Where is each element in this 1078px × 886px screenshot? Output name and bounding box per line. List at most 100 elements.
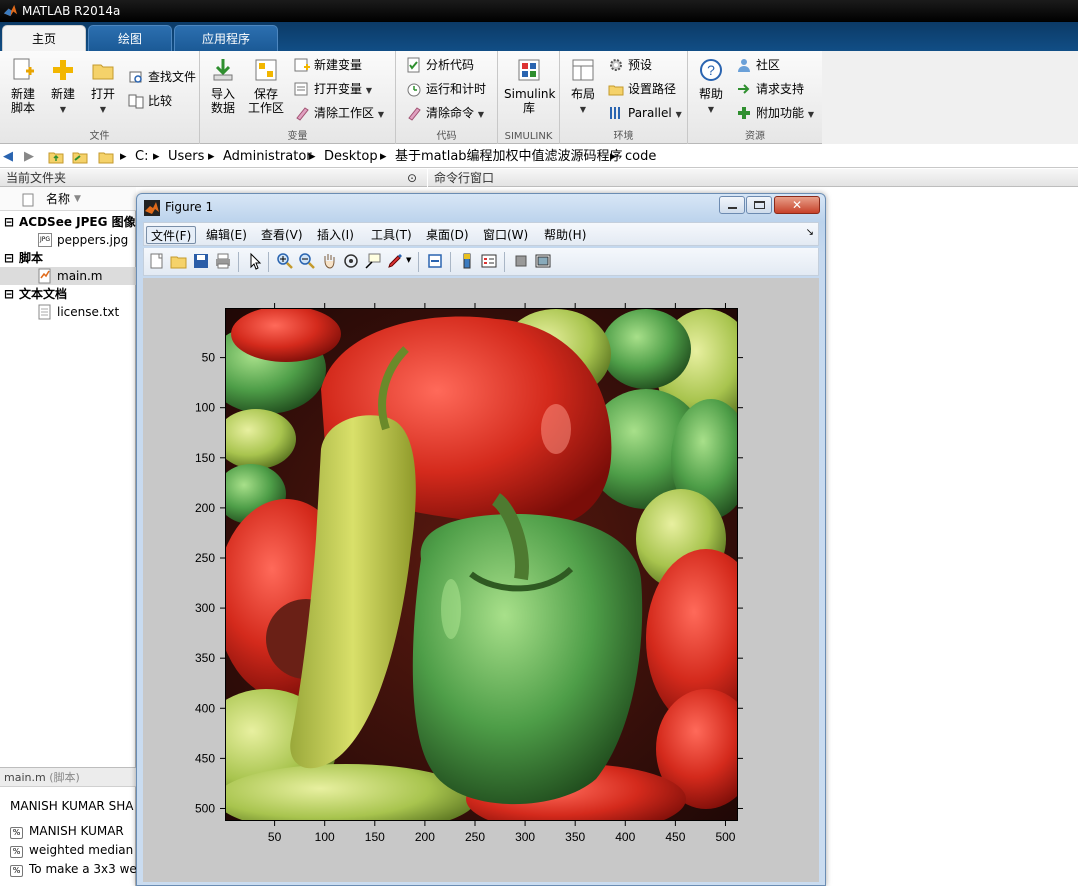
pan-hand-icon[interactable] [320,252,338,270]
comment-icon: % [10,846,23,858]
path-segment[interactable]: Administrator [223,145,312,168]
y-tick-label: 50 [202,351,216,365]
path-segment[interactable]: code [625,145,656,168]
path-folder-icon [98,145,114,168]
address-bar: ◀ ▶ ▸ C: ▸ Users ▸ Administrator ▸ Deskt… [0,145,1078,168]
collapse-icon[interactable]: ⊟ [4,249,14,267]
text-file-icon [38,304,52,325]
panel-menu-icon[interactable]: ⊙ [407,169,417,187]
menu-help[interactable]: 帮助(H) [540,226,590,244]
preferences-button[interactable]: 预设 [608,55,652,75]
minimize-button[interactable] [719,196,745,214]
column-header-name[interactable]: 名称 ▼ [0,187,136,211]
app-title-bar: MATLAB R2014a [0,0,1078,22]
show-plot-tools-icon[interactable] [534,252,552,270]
analyze-code-button[interactable]: 分析代码 [406,55,474,75]
tree-file-peppers[interactable]: JPG peppers.jpg [0,231,136,249]
tree-file-license[interactable]: license.txt [0,303,136,321]
tab-apps[interactable]: 应用程序 [174,25,278,51]
collapse-icon[interactable]: ⊟ [4,285,14,303]
new-figure-icon[interactable] [148,252,166,270]
figure-toolbar: ▼ [143,248,819,276]
menu-edit[interactable]: 编辑(E) [202,226,251,244]
compare-icon [128,94,144,109]
clear-workspace-button[interactable]: 清除工作区 ▼ [294,103,384,123]
set-path-button[interactable]: 设置路径 [608,79,676,99]
import-data-button[interactable]: 导入 数据 [206,57,240,115]
pointer-icon[interactable] [246,252,264,270]
matlab-logo-icon [3,4,18,17]
zoom-in-icon[interactable] [276,252,294,270]
menu-window[interactable]: 窗口(W) [479,226,532,244]
collapse-icon[interactable]: ⊟ [4,213,14,231]
browse-folder-icon[interactable] [72,145,88,168]
forward-icon[interactable]: ▶ [24,145,34,168]
up-folder-icon[interactable] [48,145,64,168]
path-segment[interactable]: 基于matlab编程加权中值滤波源码程序 [395,145,623,168]
save-workspace-button[interactable]: 保存 工作区 [246,57,286,115]
tab-plots[interactable]: 绘图 [88,25,172,51]
layout-button[interactable]: 布局 ▼ [566,57,600,117]
menu-insert[interactable]: 插入(I) [313,226,358,244]
tree-group-text[interactable]: ⊟ 文本文档 [0,285,136,303]
add-ons-button[interactable]: 附加功能 ▼ [736,103,814,123]
details-line: % weighted median [10,843,133,858]
tab-home[interactable]: 主页 [2,25,86,51]
path-segment[interactable]: Desktop [324,145,378,168]
print-icon[interactable] [214,252,232,270]
find-files-button[interactable]: 查找文件 [128,67,196,87]
save-workspace-icon [255,59,277,81]
hide-plot-tools-icon[interactable] [512,252,530,270]
group-file-label: 文件 [89,131,110,142]
parallel-icon [610,107,620,119]
zoom-out-icon[interactable] [298,252,316,270]
minimize-icon [728,207,737,209]
menu-tools[interactable]: 工具(T) [367,226,416,244]
save-icon[interactable] [192,252,210,270]
legend-icon[interactable] [480,252,498,270]
run-and-time-button[interactable]: 运行和计时 [406,79,486,99]
group-simulink: Simulink 库 SIMULINK [498,51,560,144]
new-script-button[interactable]: 新建 脚本 [6,57,40,115]
close-button[interactable]: ✕ [774,196,820,214]
tree-file-main[interactable]: main.m [0,267,136,285]
new-button[interactable]: 新建 ▼ [46,57,80,117]
link-plot-icon[interactable] [426,252,444,270]
simulink-library-button[interactable]: Simulink 库 [504,57,555,115]
path-segment[interactable]: C: [135,145,148,168]
back-icon[interactable]: ◀ [3,145,13,168]
run-time-icon [407,83,421,97]
menu-view[interactable]: 查看(V) [257,226,307,244]
current-folder-panel: 名称 ▼ ⊟ ACDSee JPEG 图像 JPG peppers.jpg ⊟ 脚本 … [0,187,136,767]
details-header: main.m (脚本) [0,767,136,787]
open-button[interactable]: 打开 ▼ [86,57,120,117]
maximize-button[interactable] [746,196,772,214]
tree-group-jpeg[interactable]: ⊟ ACDSee JPEG 图像 [0,213,136,231]
group-code: 分析代码 运行和计时 清除命令 ▼ 代码 [396,51,498,144]
dock-arrow-icon[interactable]: ↘ [806,227,814,238]
path-segment[interactable]: Users [168,145,204,168]
new-variable-button[interactable]: 新建变量 [294,55,362,75]
community-button[interactable]: 社区 [736,55,780,75]
x-tick-label: 400 [615,830,635,844]
tree-group-scripts[interactable]: ⊟ 脚本 [0,249,136,267]
brush-dropdown-icon[interactable]: ▼ [406,256,411,264]
x-tick-label: 250 [465,830,485,844]
request-support-button[interactable]: 请求支持 [736,79,804,99]
compare-button[interactable]: 比较 [128,91,172,111]
menu-file[interactable]: 文件(F) [146,226,197,244]
parallel-button[interactable]: Parallel ▼ [608,103,682,123]
menu-desktop[interactable]: 桌面(D) [422,226,473,244]
new-script-icon [13,58,34,80]
clear-commands-button[interactable]: 清除命令 ▼ [406,103,484,123]
brush-icon[interactable] [386,252,404,270]
open-variable-button[interactable]: 打开变量 ▼ [294,79,372,99]
gear-icon [610,59,622,71]
open-file-icon[interactable] [170,252,188,270]
colorbar-icon[interactable] [458,252,476,270]
rotate-3d-icon[interactable] [342,252,360,270]
y-tick-label: 150 [195,451,215,465]
command-window-header: 命令行窗口 [428,169,1078,187]
data-cursor-icon[interactable] [364,252,382,270]
help-button[interactable]: ? 帮助 ▼ [694,57,728,117]
